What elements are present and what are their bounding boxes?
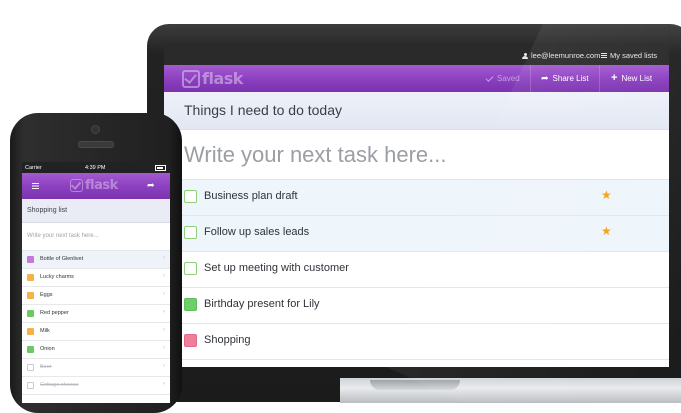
star-icon[interactable]: ★ bbox=[601, 224, 612, 238]
carrier-label: Carrier bbox=[25, 165, 42, 171]
list-item[interactable]: Onion › bbox=[22, 341, 170, 359]
share-arrow-icon: ➦ bbox=[541, 73, 549, 83]
task-row[interactable]: Shopping bbox=[164, 324, 669, 360]
task-checkbox[interactable] bbox=[184, 226, 197, 239]
item-label: Bottle of Glenlivet bbox=[40, 256, 84, 262]
item-color-checkbox[interactable] bbox=[27, 310, 34, 317]
logo-text: flask bbox=[85, 178, 118, 193]
phone-new-task-input[interactable]: Write your next task here... bbox=[22, 223, 170, 251]
clock: 4:39 PM bbox=[85, 165, 106, 171]
user-email-link[interactable]: lee@leemunroe.com bbox=[522, 51, 600, 60]
task-row[interactable]: Business plan draft ★ bbox=[164, 180, 669, 216]
task-checkbox[interactable] bbox=[184, 262, 197, 275]
task-label: Set up meeting with customer bbox=[204, 262, 349, 274]
laptop-notch bbox=[370, 380, 460, 390]
plus-icon: + bbox=[611, 72, 618, 84]
item-checkbox[interactable] bbox=[27, 364, 34, 371]
phone-list-title-bar: Shopping list bbox=[22, 199, 170, 223]
menu-icon[interactable] bbox=[32, 183, 39, 189]
item-color-checkbox[interactable] bbox=[27, 274, 34, 281]
item-checkbox[interactable] bbox=[27, 382, 34, 389]
user-icon bbox=[522, 52, 528, 59]
list-item[interactable]: Eggs › bbox=[22, 287, 170, 305]
phone-item-list: Bottle of Glenlivet › Lucky charms › Egg… bbox=[22, 251, 170, 395]
phone-status-bar: Carrier 4:39 PM bbox=[22, 162, 170, 173]
task-row[interactable]: Set up meeting with customer bbox=[164, 252, 669, 288]
logo-text: flask bbox=[202, 69, 243, 88]
new-list-label: New List bbox=[621, 74, 653, 83]
item-color-checkbox[interactable] bbox=[27, 328, 34, 335]
saved-lists-link[interactable]: My saved lists bbox=[601, 51, 657, 60]
list-item[interactable]: Milk › bbox=[22, 323, 170, 341]
saved-indicator: Saved bbox=[485, 65, 520, 92]
list-title[interactable]: Things I need to do today bbox=[184, 102, 342, 118]
share-list-label: Share List bbox=[552, 74, 589, 83]
chevron-right-icon: › bbox=[163, 381, 165, 387]
chevron-right-icon: › bbox=[163, 273, 165, 279]
chevron-right-icon: › bbox=[163, 327, 165, 333]
chevron-right-icon: › bbox=[163, 363, 165, 369]
new-task-input[interactable]: Write your next task here... bbox=[164, 130, 669, 180]
new-list-button[interactable]: + New List bbox=[599, 65, 652, 92]
item-color-checkbox[interactable] bbox=[27, 256, 34, 263]
list-item[interactable]: Red pepper › bbox=[22, 305, 170, 323]
task-row[interactable]: Follow up sales leads ★ bbox=[164, 216, 669, 252]
list-item-done[interactable]: Beer › bbox=[22, 359, 170, 377]
task-color-checkbox[interactable] bbox=[184, 334, 197, 347]
share-arrow-icon[interactable]: ➦ bbox=[147, 180, 155, 191]
item-label: Lucky charms bbox=[40, 274, 74, 280]
list-title-bar: Things I need to do today bbox=[164, 92, 669, 130]
task-label: Follow up sales leads bbox=[204, 226, 310, 238]
chevron-right-icon: › bbox=[163, 345, 165, 351]
item-label: Cottage cheese bbox=[40, 382, 79, 388]
task-label: Birthday present for Lily bbox=[204, 298, 320, 310]
battery-icon bbox=[155, 165, 166, 171]
item-color-checkbox[interactable] bbox=[27, 346, 34, 353]
flask-logo[interactable]: flask bbox=[182, 69, 243, 88]
check-logo-icon bbox=[182, 69, 200, 88]
list-icon bbox=[601, 53, 607, 58]
top-account-bar: lee@leemunroe.com My saved lists bbox=[164, 45, 669, 65]
item-label: Onion bbox=[40, 346, 55, 352]
check-logo-icon bbox=[70, 179, 83, 192]
laptop-screen: lee@leemunroe.com My saved lists flask S… bbox=[164, 45, 669, 367]
share-list-button[interactable]: ➦ Share List bbox=[530, 65, 589, 92]
list-item[interactable]: Lucky charms › bbox=[22, 269, 170, 287]
item-color-checkbox[interactable] bbox=[27, 292, 34, 299]
list-title[interactable]: Shopping list bbox=[27, 207, 67, 214]
item-label: Milk bbox=[40, 328, 50, 334]
app-navbar: flask Saved ➦ Share List + New List bbox=[164, 65, 669, 92]
task-label: Business plan draft bbox=[204, 190, 298, 202]
item-label: Beer bbox=[40, 364, 52, 370]
new-task-placeholder: Write your next task here... bbox=[27, 233, 99, 239]
item-label: Eggs bbox=[40, 292, 53, 298]
task-list: Business plan draft ★ Follow up sales le… bbox=[164, 180, 669, 360]
task-label: Shopping bbox=[204, 334, 251, 346]
phone-navbar: flask ➦ bbox=[22, 173, 170, 199]
item-label: Red pepper bbox=[40, 310, 69, 316]
task-row[interactable]: Birthday present for Lily bbox=[164, 288, 669, 324]
chevron-right-icon: › bbox=[163, 291, 165, 297]
new-task-placeholder: Write your next task here... bbox=[184, 142, 447, 167]
phone-screen: Carrier 4:39 PM flask ➦ Shopping list Wr… bbox=[22, 162, 170, 403]
checkmark-icon bbox=[485, 73, 494, 82]
saved-lists-label: My saved lists bbox=[610, 51, 658, 60]
task-color-checkbox[interactable] bbox=[184, 298, 197, 311]
phone-speaker bbox=[78, 141, 114, 148]
user-email: lee@leemunroe.com bbox=[531, 51, 601, 60]
saved-label: Saved bbox=[497, 74, 520, 83]
flask-logo: flask bbox=[70, 178, 118, 193]
chevron-right-icon: › bbox=[163, 255, 165, 261]
chevron-right-icon: › bbox=[163, 309, 165, 315]
list-item-done[interactable]: Cottage cheese › bbox=[22, 377, 170, 395]
task-checkbox[interactable] bbox=[184, 190, 197, 203]
list-item[interactable]: Bottle of Glenlivet › bbox=[22, 251, 170, 269]
phone-camera bbox=[91, 125, 100, 134]
star-icon[interactable]: ★ bbox=[601, 188, 612, 202]
